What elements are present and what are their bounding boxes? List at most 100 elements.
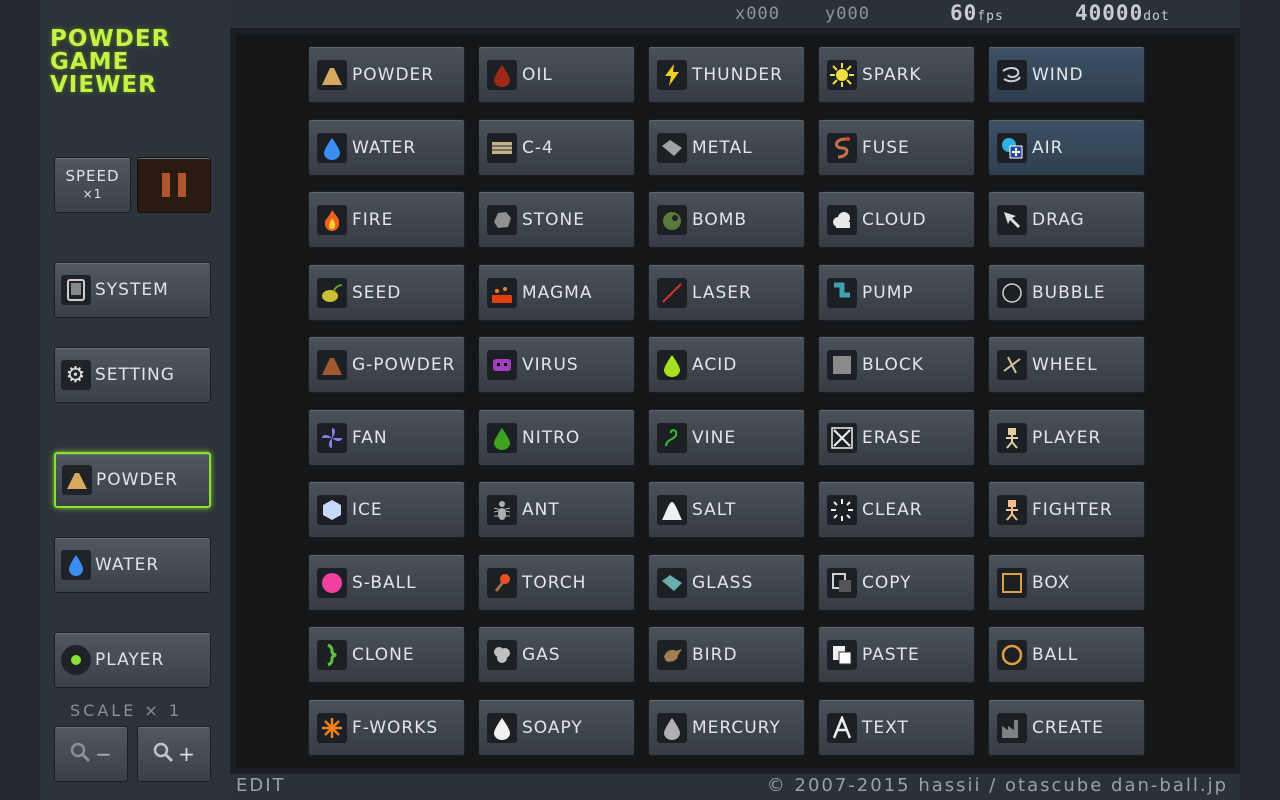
element-button-wind[interactable]: Wind — [988, 46, 1145, 103]
system-button[interactable]: System — [54, 262, 211, 318]
element-label: Laser — [692, 282, 752, 303]
player-label: Player — [95, 650, 165, 670]
element-button-s-ball[interactable]: S-Ball — [308, 554, 465, 611]
element-button-pump[interactable]: Pump — [818, 264, 975, 321]
element-button-block[interactable]: Block — [818, 336, 975, 393]
element-button-box[interactable]: Box — [988, 554, 1145, 611]
element-button-create[interactable]: Create — [988, 699, 1145, 756]
element-button-fuse[interactable]: Fuse — [818, 119, 975, 176]
dot-count-readout: 40000dot — [1075, 1, 1170, 25]
element-button-c-4[interactable]: C-4 — [478, 119, 635, 176]
element-button-ball[interactable]: Ball — [988, 626, 1145, 683]
superball-icon — [317, 567, 347, 598]
element-button-soapy[interactable]: Soapy — [478, 699, 635, 756]
element-button-bubble[interactable]: Bubble — [988, 264, 1145, 321]
stone-icon — [487, 204, 517, 235]
setting-button[interactable]: ⚙ Setting — [54, 347, 211, 403]
fireworks-icon — [317, 712, 347, 743]
player-button[interactable]: Player — [54, 632, 211, 688]
element-button-air[interactable]: Air — [988, 119, 1145, 176]
logo-line-2: Game — [50, 49, 130, 75]
edit-label[interactable]: Edit — [236, 775, 286, 796]
fire-icon — [317, 204, 347, 235]
gunpowder-icon — [317, 349, 347, 380]
seed-icon — [317, 277, 347, 308]
cursor-y-readout: y000 — [825, 4, 870, 24]
speed-multiplier: ×1 — [82, 187, 103, 201]
element-label: Block — [862, 354, 924, 375]
element-button-spark[interactable]: Spark — [818, 46, 975, 103]
element-button-bomb[interactable]: Bomb — [648, 191, 805, 248]
element-label: Powder — [352, 64, 435, 85]
zoom-out-button[interactable]: − — [54, 726, 128, 782]
element-label: Acid — [692, 354, 738, 375]
selected-primary-element[interactable]: Powder — [54, 452, 211, 508]
element-label: Magma — [522, 282, 593, 303]
element-button-g-powder[interactable]: G-Powder — [308, 336, 465, 393]
element-button-powder[interactable]: Powder — [308, 46, 465, 103]
element-button-mercury[interactable]: Mercury — [648, 699, 805, 756]
element-button-player[interactable]: Player — [988, 409, 1145, 466]
element-button-ice[interactable]: Ice — [308, 481, 465, 538]
element-button-clone[interactable]: Clone — [308, 626, 465, 683]
element-label: Copy — [862, 572, 912, 593]
element-button-water[interactable]: Water — [308, 119, 465, 176]
element-button-fan[interactable]: Fan — [308, 409, 465, 466]
element-button-bird[interactable]: Bird — [648, 626, 805, 683]
element-button-ant[interactable]: Ant — [478, 481, 635, 538]
element-button-virus[interactable]: Virus — [478, 336, 635, 393]
element-button-nitro[interactable]: Nitro — [478, 409, 635, 466]
element-button-fighter[interactable]: Fighter — [988, 481, 1145, 538]
element-button-wheel[interactable]: Wheel — [988, 336, 1145, 393]
element-label: G-Powder — [352, 354, 456, 375]
element-button-stone[interactable]: Stone — [478, 191, 635, 248]
element-button-salt[interactable]: Salt — [648, 481, 805, 538]
element-button-fire[interactable]: Fire — [308, 191, 465, 248]
element-label: Ant — [522, 499, 560, 520]
element-button-vine[interactable]: Vine — [648, 409, 805, 466]
copy-icon — [827, 567, 857, 598]
element-button-acid[interactable]: Acid — [648, 336, 805, 393]
pause-button[interactable] — [137, 157, 211, 213]
drag-arrow-icon — [997, 204, 1027, 235]
element-label: Glass — [692, 572, 754, 593]
element-button-erase[interactable]: Erase — [818, 409, 975, 466]
element-button-oil[interactable]: Oil — [478, 46, 635, 103]
element-label: Bubble — [1032, 282, 1106, 303]
fps-value: 60 — [950, 1, 978, 25]
selected-secondary-element[interactable]: Water — [54, 537, 211, 593]
zoom-in-button[interactable]: + — [137, 726, 211, 782]
element-button-copy[interactable]: Copy — [818, 554, 975, 611]
element-button-text[interactable]: Text — [818, 699, 975, 756]
element-label: Seed — [352, 282, 402, 303]
element-button-gas[interactable]: Gas — [478, 626, 635, 683]
element-button-laser[interactable]: Laser — [648, 264, 805, 321]
text-icon — [827, 712, 857, 743]
element-button-drag[interactable]: Drag — [988, 191, 1145, 248]
element-label: Vine — [692, 427, 737, 448]
element-button-torch[interactable]: Torch — [478, 554, 635, 611]
metal-icon — [657, 132, 687, 163]
status-bar: x000 y000 60fps 40000dot — [230, 0, 1240, 28]
gas-icon — [487, 639, 517, 670]
element-button-thunder[interactable]: Thunder — [648, 46, 805, 103]
salt-icon — [657, 494, 687, 525]
bubble-icon — [997, 277, 1027, 308]
fps-readout: 60fps — [950, 1, 1004, 25]
element-button-seed[interactable]: Seed — [308, 264, 465, 321]
element-button-magma[interactable]: Magma — [478, 264, 635, 321]
spark-icon — [827, 59, 857, 90]
element-button-glass[interactable]: Glass — [648, 554, 805, 611]
element-button-paste[interactable]: Paste — [818, 626, 975, 683]
create-icon — [997, 712, 1027, 743]
element-button-cloud[interactable]: Cloud — [818, 191, 975, 248]
element-button-metal[interactable]: Metal — [648, 119, 805, 176]
element-label: Paste — [862, 644, 920, 665]
speed-button[interactable]: Speed ×1 — [54, 157, 131, 213]
element-label: C-4 — [522, 137, 554, 158]
element-button-clear[interactable]: Clear — [818, 481, 975, 538]
fan-icon — [317, 422, 347, 453]
zoom-in-sign: + — [178, 742, 196, 766]
element-button-f-works[interactable]: F-Works — [308, 699, 465, 756]
player-dot-icon — [61, 645, 91, 675]
